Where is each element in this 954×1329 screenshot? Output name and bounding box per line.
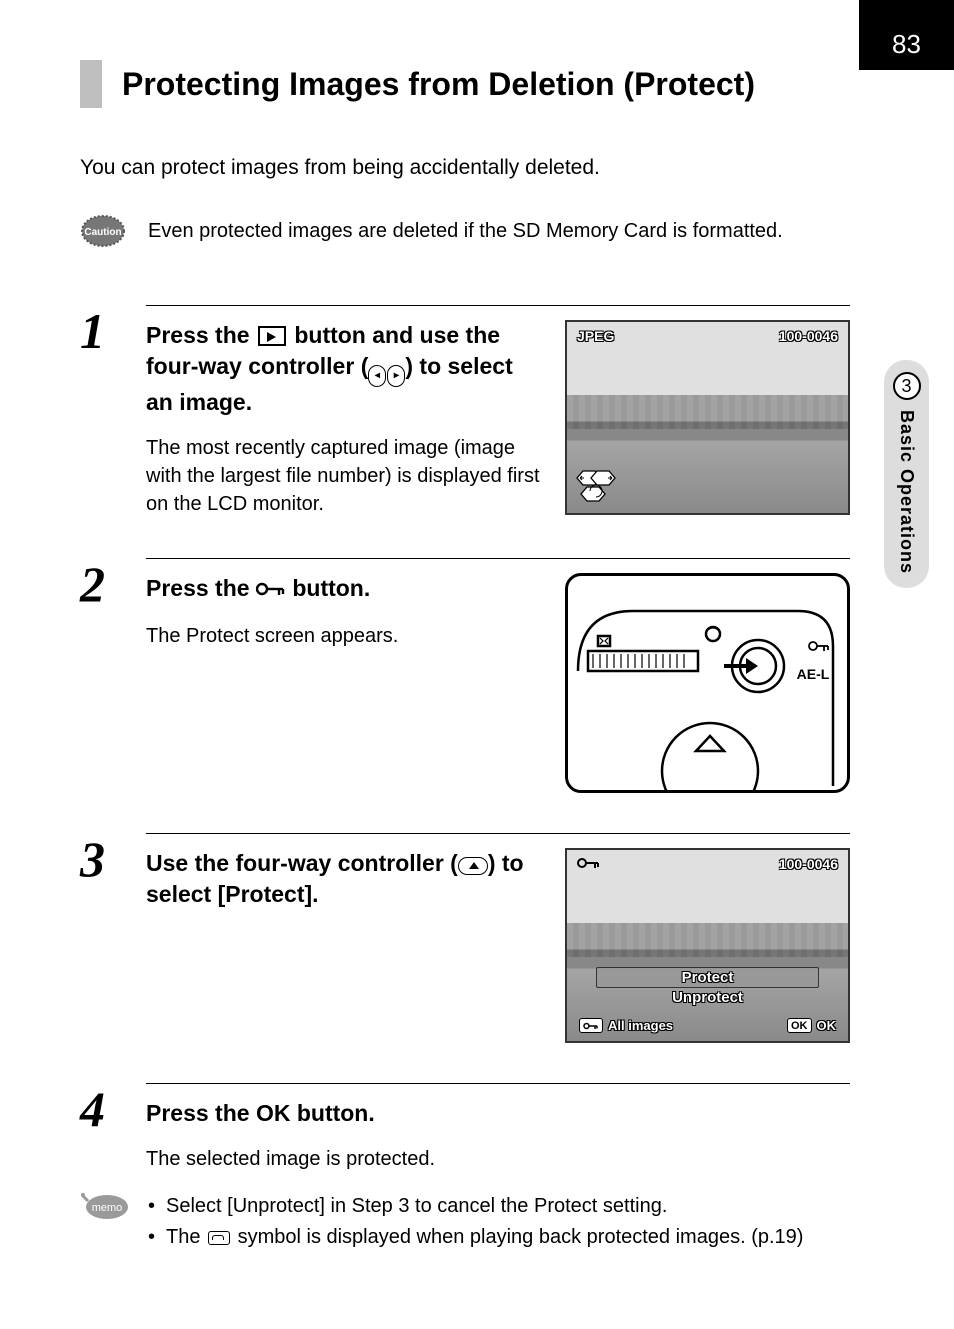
step-4: 4 Press the OK button. The selected imag…	[80, 1083, 850, 1173]
lcd-screen-1: JPEG 100-0046	[565, 320, 850, 515]
intro-text: You can protect images from being accide…	[80, 153, 850, 182]
step-1-heading: Press the button and use the four-way co…	[146, 320, 541, 418]
memo-icon: memo	[80, 1191, 130, 1253]
step-2-desc: The Protect screen appears.	[146, 622, 541, 650]
step-2: 2 Press the button. The Protect screen a…	[80, 558, 850, 793]
svg-text:Caution: Caution	[84, 227, 121, 238]
lcd-file-number: 100-0046	[779, 328, 838, 344]
svg-text:memo: memo	[92, 1202, 123, 1214]
step-2-illustration: AE-L	[565, 573, 850, 793]
menu-bottom-left: All images	[579, 1018, 673, 1033]
camera-diagram: AE-L	[565, 573, 850, 793]
step-2-heading: Press the button.	[146, 573, 541, 606]
left-right-arrow-icon: ◂▸	[368, 365, 405, 387]
protect-key-badge	[579, 1018, 603, 1033]
lcd-screen-3: 100-0046 Protect Unprotect All images	[565, 848, 850, 1043]
step-3: 3 Use the four-way controller () to sele…	[80, 833, 850, 1043]
svg-text:AE-L: AE-L	[797, 666, 830, 682]
title-accent-bar	[80, 60, 102, 108]
step-1-illustration: JPEG 100-0046	[565, 320, 850, 518]
section-title-row: Protecting Images from Deletion (Protect…	[80, 60, 850, 108]
protected-image-icon	[208, 1231, 230, 1245]
step-4-heading: Press the OK button.	[146, 1098, 850, 1129]
step-3-heading: Use the four-way controller () to select…	[146, 848, 541, 910]
memo-callout: memo Select [Unprotect] in Step 3 to can…	[80, 1191, 850, 1253]
nav-arrows-icon	[575, 467, 617, 505]
lcd-file-number-3: 100-0046	[779, 856, 838, 872]
step-1-desc: The most recently captured image (image …	[146, 434, 541, 518]
caution-text: Even protected images are deleted if the…	[148, 220, 783, 243]
chapter-number: 3	[893, 372, 921, 400]
step-number-2: 2	[80, 558, 120, 793]
memo-item-1: Select [Unprotect] in Step 3 to cancel t…	[148, 1191, 803, 1222]
ok-button-label-icon: OK	[256, 1100, 291, 1126]
menu-item-unprotect: Unprotect	[672, 988, 743, 1007]
page-title: Protecting Images from Deletion (Protect…	[122, 60, 755, 108]
chapter-tab: 3 Basic Operations	[884, 360, 929, 588]
menu-bottom-right: OK OK	[787, 1018, 836, 1033]
up-arrow-icon	[458, 857, 488, 875]
chapter-title: Basic Operations	[896, 410, 917, 574]
step-number-3: 3	[80, 833, 120, 1043]
lcd-format-label: JPEG	[577, 328, 614, 344]
step-4-desc: The selected image is protected.	[146, 1145, 850, 1173]
step-number-4: 4	[80, 1083, 120, 1173]
ok-badge: OK	[787, 1018, 812, 1033]
menu-item-protect: Protect	[596, 967, 819, 988]
protect-key-overlay-icon	[577, 856, 601, 873]
step-1: 1 Press the button and use the four-way …	[80, 305, 850, 518]
protect-key-icon	[256, 575, 286, 606]
step-number-1: 1	[80, 305, 120, 518]
caution-icon: Caution	[80, 212, 126, 250]
memo-item-2: The symbol is displayed when playing bac…	[148, 1222, 803, 1253]
step-3-illustration: 100-0046 Protect Unprotect All images	[565, 848, 850, 1043]
caution-callout: Caution Even protected images are delete…	[80, 212, 850, 250]
lcd-protect-menu: Protect Unprotect	[596, 967, 819, 1007]
page-number: 83	[859, 0, 954, 70]
playback-icon	[258, 326, 286, 346]
